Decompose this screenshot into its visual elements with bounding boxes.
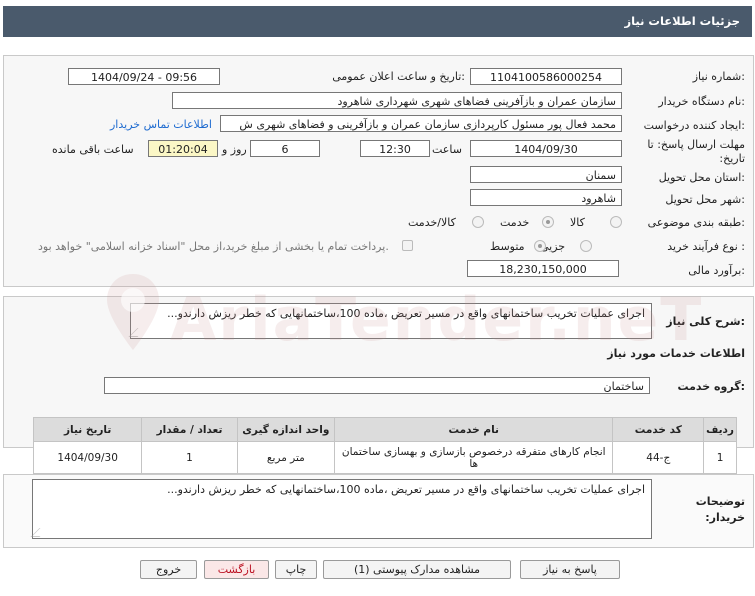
col-date: تاریخ نیاز bbox=[32, 417, 143, 442]
category-option-goods: کالا bbox=[570, 216, 585, 229]
view-docs-button[interactable]: مشاهده مدارک پیوستی (1) bbox=[323, 560, 511, 579]
contact-buyer-link[interactable]: اطلاعات تماس خریدار bbox=[110, 118, 212, 131]
process-option-medium: متوسط bbox=[490, 240, 525, 253]
buyer-notes-text: اجرای عملیات تخریب ساختمانهای واقع در مس… bbox=[167, 483, 645, 496]
table-row: 1 ج-44 انجام کارهای متفرقه درخصوص بازساز… bbox=[32, 441, 737, 474]
print-button[interactable]: چاپ bbox=[275, 560, 317, 579]
process-radio-medium[interactable] bbox=[534, 240, 546, 252]
deadline-label: مهلت ارسال پاسخ: تا تاریخ: bbox=[647, 138, 745, 165]
watermark-logo-icon bbox=[107, 274, 159, 350]
announce-field: 1404/09/24 - 09:56 bbox=[68, 68, 220, 85]
buyer-org-field: سازمان عمران و بازآفرینی فضاهای شهری شهر… bbox=[172, 92, 622, 109]
cell-qty: 1 bbox=[141, 441, 238, 474]
process-radio-minor[interactable] bbox=[580, 240, 592, 252]
province-label: استان محل تحویل: bbox=[658, 171, 745, 184]
exit-button[interactable]: خروج bbox=[140, 560, 197, 579]
col-row: ردیف bbox=[703, 417, 737, 442]
remaining-label: ساعت باقی مانده bbox=[52, 143, 134, 156]
deadline-time-label: ساعت bbox=[432, 143, 462, 156]
city-label: شهر محل تحویل: bbox=[665, 193, 745, 206]
creator-label: ایجاد کننده درخواست: bbox=[643, 119, 745, 132]
province-field: سمنان bbox=[470, 166, 622, 183]
services-table: ردیف کد خدمت نام خدمت واحد اندازه گیری ت… bbox=[32, 417, 737, 474]
category-label: طبقه بندی موضوعی: bbox=[647, 216, 745, 229]
col-code: کد خدمت bbox=[612, 417, 705, 442]
reply-button[interactable]: پاسخ به نیاز bbox=[520, 560, 620, 579]
estimate-label: برآورد مالی: bbox=[688, 264, 745, 277]
need-number-label: شماره نیاز: bbox=[692, 70, 745, 83]
deadline-date-field: 1404/09/30 bbox=[470, 140, 622, 157]
col-qty: تعداد / مقدار bbox=[141, 417, 238, 442]
service-group-field: ساختمان bbox=[104, 377, 650, 394]
page-header: جزئیات اطلاعات نیاز bbox=[3, 6, 752, 37]
watermark: AriaTender.neT bbox=[170, 285, 704, 355]
treasury-checkbox[interactable] bbox=[402, 240, 413, 251]
days-label: روز و bbox=[222, 143, 247, 156]
announce-label: تاریخ و ساعت اعلان عمومی: bbox=[332, 70, 465, 83]
cell-code: ج-44 bbox=[612, 441, 705, 474]
back-button[interactable]: بازگشت bbox=[204, 560, 269, 579]
remaining-time-field: 01:20:04 bbox=[148, 140, 218, 157]
cell-date: 1404/09/30 bbox=[32, 441, 143, 474]
buyer-notes-textbox: اجرای عملیات تخریب ساختمانهای واقع در مس… bbox=[30, 479, 652, 539]
creator-field: محمد فعال پور مسئول کارپردازی سازمان عمر… bbox=[220, 115, 622, 132]
cell-name: انجام کارهای متفرقه درخصوص بازسازی و بهس… bbox=[333, 441, 614, 474]
category-radio-goods-service[interactable] bbox=[472, 216, 484, 228]
buyer-notes-label: توضیحات خریدار: bbox=[695, 495, 745, 524]
city-field: شاهرود bbox=[470, 189, 622, 206]
deadline-time-field: 12:30 bbox=[360, 140, 430, 157]
buyer-org-label: نام دستگاه خریدار: bbox=[658, 95, 745, 108]
days-field: 6 bbox=[250, 140, 320, 157]
estimate-field: 18,230,150,000 bbox=[467, 260, 619, 277]
resize-handle-icon[interactable] bbox=[30, 528, 49, 537]
service-group-label: گروه خدمت: bbox=[677, 380, 745, 393]
need-number-field: 1104100586000254 bbox=[470, 68, 622, 85]
category-radio-goods[interactable] bbox=[610, 216, 622, 228]
process-label: نوع فرآیند خرید : bbox=[667, 240, 745, 253]
cell-row: 1 bbox=[703, 441, 737, 474]
col-unit: واحد اندازه گیری bbox=[236, 417, 335, 442]
payment-note: پرداخت تمام یا بخشی از مبلغ خرید،از محل … bbox=[38, 240, 389, 253]
category-option-service: خدمت bbox=[500, 216, 530, 229]
cell-unit: متر مربع bbox=[236, 441, 335, 474]
table-header-row: ردیف کد خدمت نام خدمت واحد اندازه گیری ت… bbox=[32, 417, 737, 442]
page-title: جزئیات اطلاعات نیاز bbox=[624, 14, 740, 28]
category-option-goods-service: کالا/خدمت bbox=[408, 216, 456, 229]
category-radio-service[interactable] bbox=[542, 216, 554, 228]
col-name: نام خدمت bbox=[333, 417, 614, 442]
